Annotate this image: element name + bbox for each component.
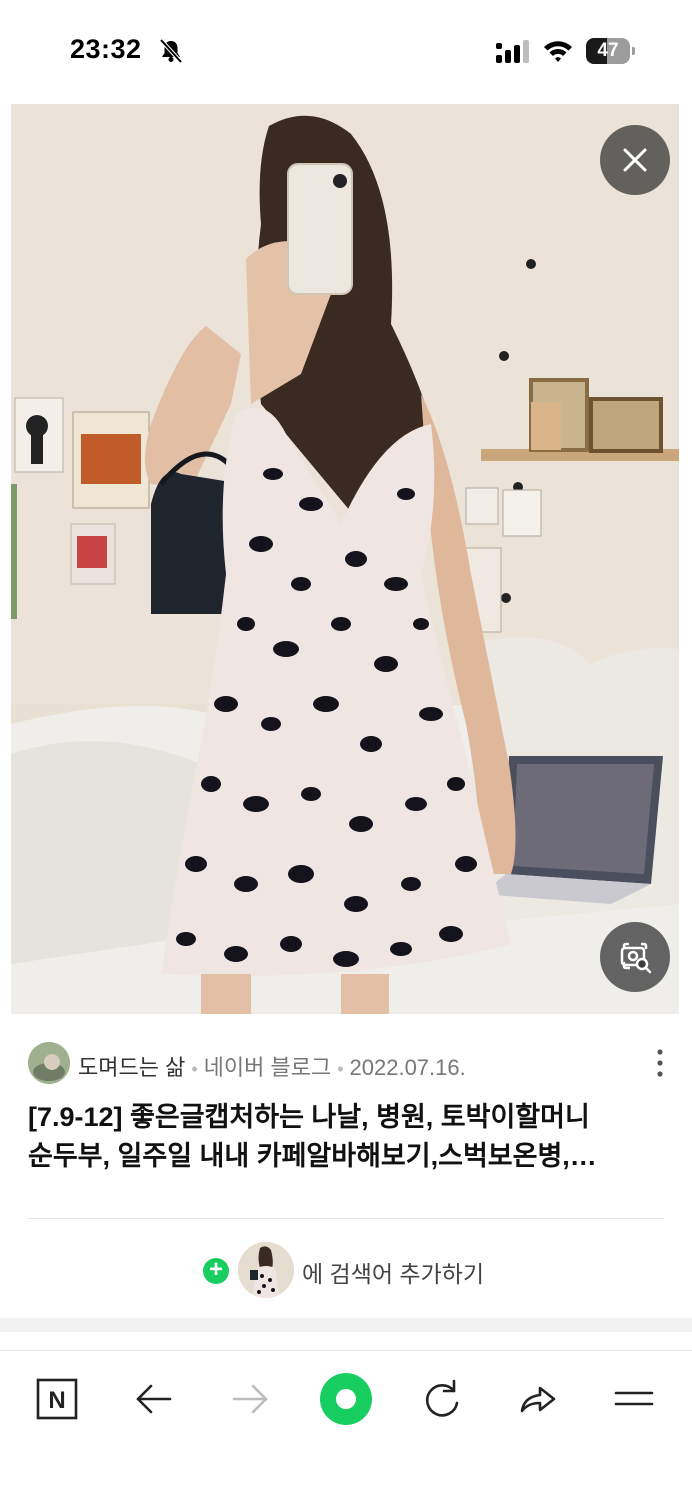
image-search-button[interactable] — [600, 922, 670, 992]
more-vertical-icon[interactable] — [650, 1046, 670, 1080]
back-arrow-icon — [136, 1384, 172, 1414]
battery-percent: 47 — [597, 40, 619, 61]
svg-text:N: N — [48, 1387, 65, 1414]
result-image[interactable] — [11, 104, 679, 1014]
close-button[interactable] — [600, 125, 670, 195]
result-source-row[interactable]: 도며드는 삶 • 네이버 블로그 • 2022.07.16. — [28, 1040, 678, 1086]
naver-home-icon: N — [36, 1378, 78, 1420]
source-name: 도며드는 삶 — [78, 1055, 186, 1080]
forward-arrow-icon — [232, 1384, 268, 1414]
source-platform: 네이버 블로그 — [203, 1055, 332, 1080]
status-bar: 23:32 47 — [0, 0, 692, 104]
image-search-icon — [620, 942, 652, 974]
green-dot-button[interactable] — [316, 1369, 376, 1429]
share-icon — [520, 1386, 556, 1413]
signal-icon — [496, 40, 529, 63]
wifi-icon — [544, 41, 572, 62]
close-icon — [623, 148, 647, 172]
photo-illustration — [11, 104, 679, 1014]
post-date: 2022.07.16. — [349, 1055, 466, 1080]
battery-icon: 47 — [586, 38, 635, 64]
status-time: 23:32 — [70, 34, 142, 64]
refresh-button[interactable] — [414, 1371, 470, 1427]
green-dot-icon — [320, 1373, 372, 1425]
add-search-term-label: 에 검색어 추가하기 — [302, 1261, 485, 1287]
add-search-term-button[interactable]: + 에 검색어 추가하기 — [0, 1240, 692, 1300]
result-title-line-2: 순두부, 일주일 내내 카페알바해보기,스벅보온병,… — [28, 1141, 597, 1171]
source-line: 도며드는 삶 • 네이버 블로그 • 2022.07.16. — [78, 1055, 466, 1080]
bell-muted-icon — [159, 38, 183, 64]
refresh-icon — [425, 1379, 459, 1417]
result-title-link[interactable]: [7.9-12] 좋은글캡처하는 나날, 병원, 토박이할머니 순두부, 일주일… — [28, 1098, 658, 1176]
forward-button[interactable] — [222, 1371, 278, 1427]
divider — [28, 1218, 664, 1219]
menu-button[interactable] — [606, 1371, 662, 1427]
result-title-line-1: [7.9-12] 좋은글캡처하는 나날, 병원, 토박이할머니 — [28, 1102, 590, 1132]
source-avatar — [28, 1042, 70, 1084]
naver-home-button[interactable]: N — [29, 1371, 85, 1427]
back-button[interactable] — [126, 1371, 182, 1427]
bottom-toolbar: N — [0, 1350, 692, 1500]
plus-icon: + — [203, 1258, 229, 1284]
menu-icon — [614, 1391, 654, 1406]
search-image-thumbnail — [238, 1242, 294, 1298]
share-button[interactable] — [510, 1371, 566, 1427]
section-separator — [0, 1318, 692, 1332]
